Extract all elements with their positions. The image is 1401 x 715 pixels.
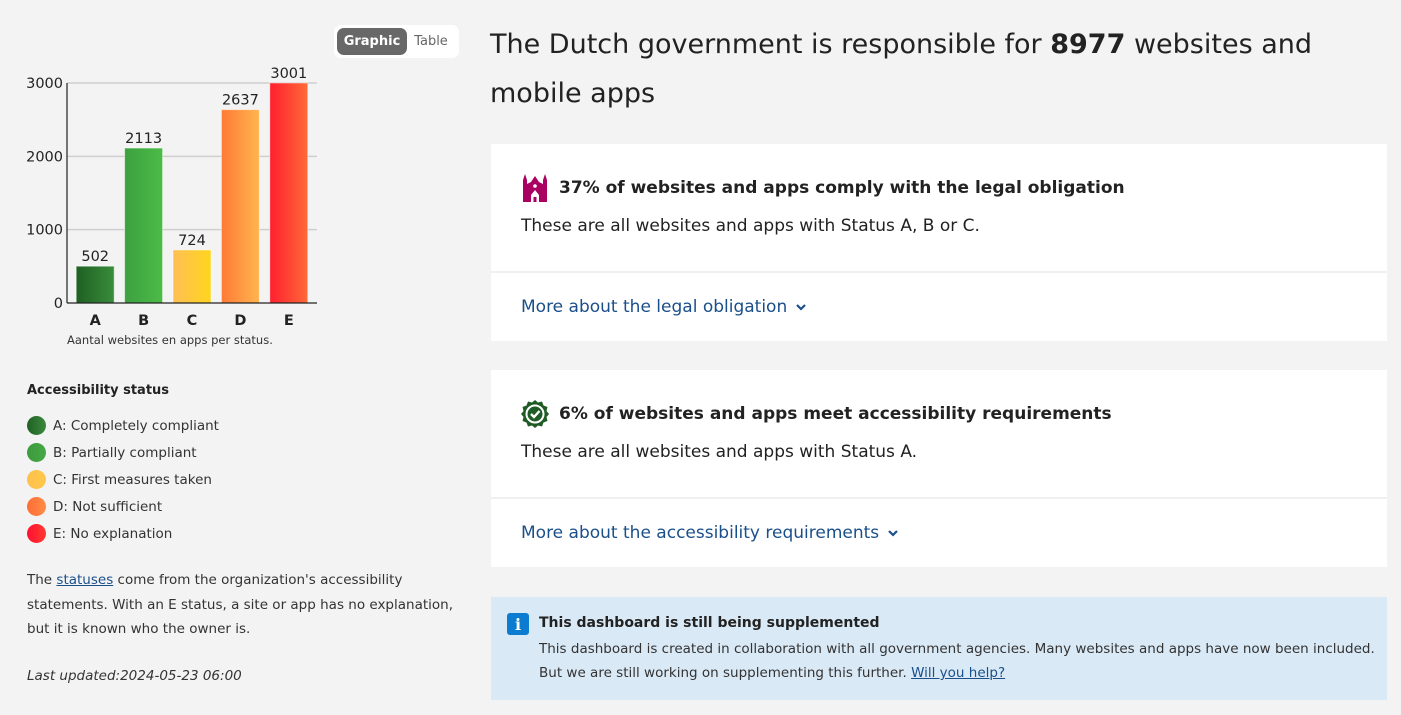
status-dot-b-icon: [27, 443, 46, 462]
left-panel: Graphic Table 0 1000 2000 3000 502 A 2113 B 724 C…: [0, 0, 470, 715]
legend-title: Accessibility status: [27, 383, 170, 398]
status-dot-c-icon: [27, 470, 46, 489]
x-tick-label: D: [234, 313, 246, 329]
toggle-graphic-button[interactable]: Graphic: [337, 28, 407, 55]
y-tick-label: 1000: [26, 223, 63, 239]
info-icon: i: [507, 613, 529, 635]
card-title: 37% of websites and apps comply with the…: [521, 174, 1125, 202]
card-body: 37% of websites and apps comply with the…: [491, 144, 1387, 273]
chevron-down-icon: [795, 301, 807, 313]
x-axis-label: Aantal websites en apps per status.: [67, 333, 273, 347]
page-title: The Dutch government is responsible for …: [490, 20, 1390, 118]
legend-label: B: Partially compliant: [53, 444, 197, 461]
bar-b: [124, 147, 164, 304]
total-count: 8977: [1050, 29, 1126, 60]
legend-item-e: E: No explanation: [27, 520, 219, 547]
more-legal-obligation-toggle[interactable]: More about the legal obligation: [491, 273, 1387, 341]
info-title: This dashboard is still being supplement…: [539, 615, 880, 631]
bar-a: [75, 265, 115, 304]
statuses-note: The statuses come from the organization'…: [27, 568, 467, 642]
check-badge-icon: [521, 400, 549, 428]
status-dot-a-icon: [27, 416, 46, 435]
statuses-link[interactable]: statuses: [56, 572, 113, 588]
legend-item-c: C: First measures taken: [27, 466, 219, 493]
legal-obligation-card: 37% of websites and apps comply with the…: [491, 144, 1387, 341]
info-notice: i This dashboard is still being suppleme…: [491, 597, 1387, 700]
status-dot-e-icon: [27, 524, 46, 543]
view-toggle: Graphic Table: [334, 25, 459, 58]
note-prefix: The: [27, 572, 57, 588]
info-body: This dashboard is created in collaborati…: [539, 637, 1379, 685]
legend-item-d: D: Not sufficient: [27, 493, 219, 520]
x-tick-label: B: [138, 313, 149, 329]
x-tick-label: A: [90, 313, 102, 329]
data-label: 2113: [125, 131, 162, 147]
legend-label: A: Completely compliant: [53, 417, 219, 434]
legend-item-a: A: Completely compliant: [27, 412, 219, 439]
legend-label: D: Not sufficient: [53, 498, 163, 515]
status-dot-d-icon: [27, 497, 46, 516]
more-label: More about the legal obligation: [521, 297, 788, 317]
y-tick-label: 2000: [26, 149, 63, 165]
data-label: 502: [81, 249, 109, 265]
toggle-table-button[interactable]: Table: [407, 28, 455, 55]
more-label: More about the accessibility requirement…: [521, 523, 880, 543]
chevron-down-icon: [887, 527, 899, 539]
card-description: These are all websites and apps with Sta…: [521, 442, 918, 462]
more-accessibility-requirements-toggle[interactable]: More about the accessibility requirement…: [491, 499, 1387, 567]
legend-label: C: First measures taken: [53, 471, 212, 488]
data-label: 3001: [270, 66, 307, 82]
data-label: 724: [178, 233, 206, 249]
card-description: These are all websites and apps with Sta…: [521, 216, 980, 236]
accessibility-requirements-card: 6% of websites and apps meet accessibili…: [491, 370, 1387, 567]
last-updated: Last updated:2024-05-23 06:00: [27, 668, 242, 684]
bar-c: [172, 249, 212, 304]
legend-item-b: B: Partially compliant: [27, 439, 219, 466]
x-tick-label: E: [284, 313, 294, 329]
bar-d: [220, 109, 260, 304]
headline-prefix: The Dutch government is responsible for: [490, 29, 1051, 60]
card-title-text: 6% of websites and apps meet accessibili…: [559, 404, 1112, 424]
x-tick-label: C: [187, 313, 198, 329]
card-title-text: 37% of websites and apps comply with the…: [559, 178, 1125, 198]
bar-chart: 0 1000 2000 3000 502 A 2113 B 724 C 2637 D 3001 E Aant…: [26, 66, 317, 347]
will-you-help-link[interactable]: Will you help?: [911, 665, 1005, 681]
status-legend: A: Completely compliant B: Partially com…: [27, 412, 219, 547]
data-label: 2637: [222, 93, 259, 109]
card-body: 6% of websites and apps meet accessibili…: [491, 370, 1387, 499]
y-tick-label: 3000: [26, 76, 63, 92]
bar-e: [269, 82, 309, 304]
y-tick-label: 0: [54, 296, 63, 312]
legend-label: E: No explanation: [53, 525, 173, 542]
government-building-icon: [521, 174, 549, 202]
card-title: 6% of websites and apps meet accessibili…: [521, 400, 1112, 428]
